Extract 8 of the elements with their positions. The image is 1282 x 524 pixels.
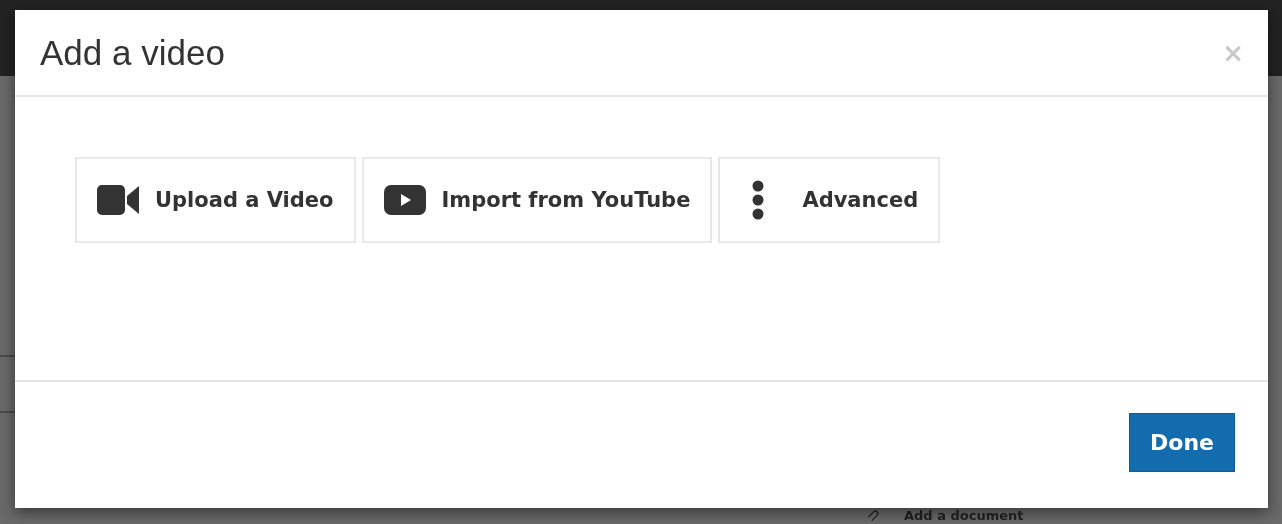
option-button[interactable]: Advanced	[718, 157, 941, 243]
option-button[interactable]: Upload a Video	[75, 157, 356, 243]
done-button[interactable]: Done	[1129, 413, 1235, 472]
option-button[interactable]: Import from YouTube	[361, 157, 713, 243]
dialog-title: Add a video	[40, 32, 225, 73]
video-camera-icon	[97, 185, 139, 215]
play-icon	[383, 185, 426, 215]
more-icon	[752, 180, 765, 220]
